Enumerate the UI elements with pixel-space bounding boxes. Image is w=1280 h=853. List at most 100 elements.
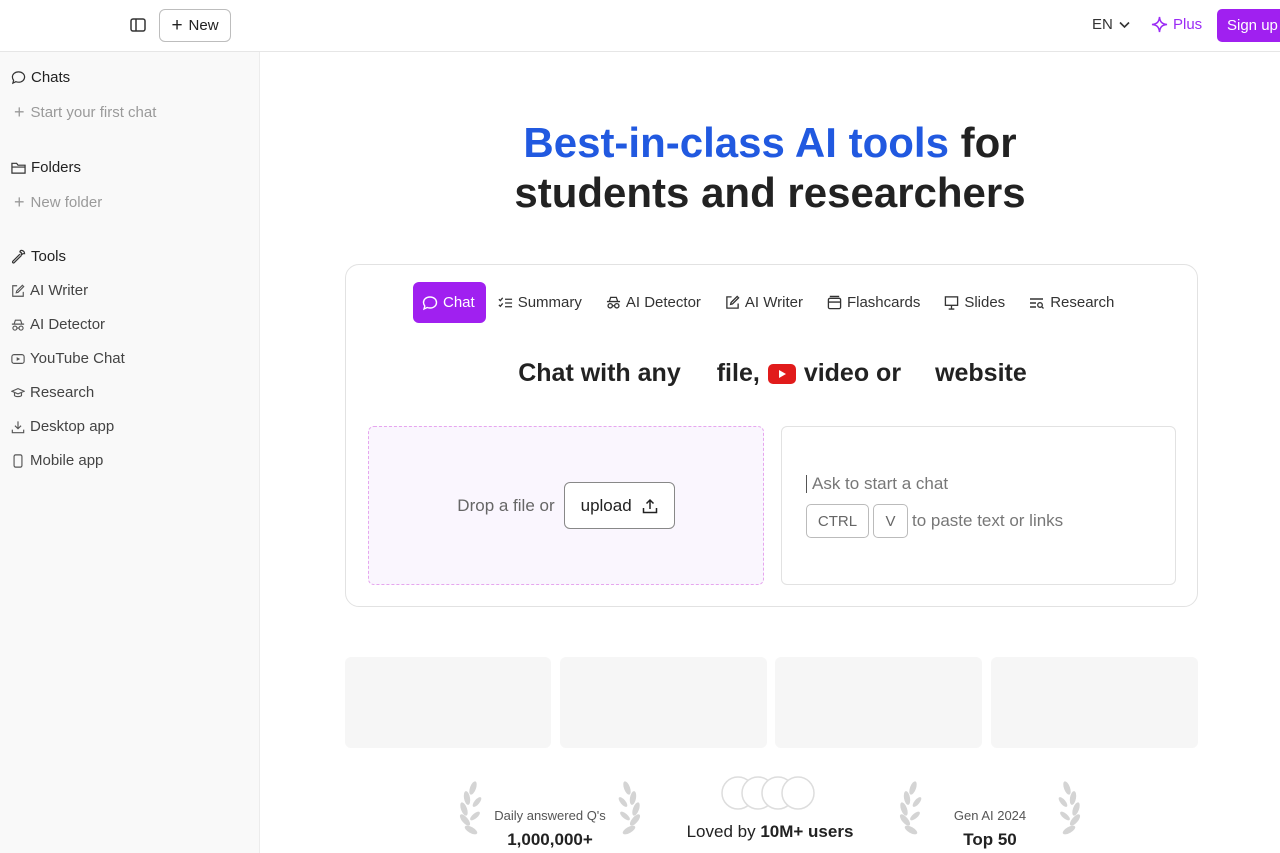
list-check-icon (498, 296, 512, 307)
ctrl-key: CTRL (806, 504, 869, 538)
sidebar-item-ai-detector[interactable]: AI Detector (11, 316, 105, 333)
folder-icon (11, 162, 26, 174)
chat-input-box[interactable]: Ask to start a chat CTRL V to paste text… (781, 426, 1176, 585)
search-list-icon (1030, 297, 1045, 309)
youtube-icon (767, 363, 796, 384)
loved-by-count: 10M+ users (760, 822, 854, 841)
chat-bubble-icon (422, 295, 438, 310)
hero-line2: students and researchers (514, 169, 1026, 216)
sidebar-item-research[interactable]: Research (11, 384, 94, 401)
loved-by-prefix: Loved by (686, 822, 761, 841)
feature-tile (345, 657, 551, 748)
new-chat-label: New (188, 17, 219, 34)
tool-tabs: Chat Summary AI Detector AI Writer Flash… (413, 282, 1126, 323)
subtitle-part1: Chat with any (518, 359, 681, 387)
tab-chat[interactable]: Chat (413, 282, 486, 323)
sidebar-item-label: Desktop app (30, 418, 115, 435)
tab-label: Summary (517, 294, 582, 311)
paste-hint-text: to paste text or links (912, 511, 1064, 530)
chat-bubble-icon (11, 71, 26, 85)
tools-heading: Tools (11, 248, 66, 265)
tab-label: Chat (443, 294, 475, 311)
tab-label: Research (1050, 294, 1115, 311)
language-selector[interactable]: EN (1092, 16, 1130, 33)
folders-heading: Folders (11, 159, 81, 176)
tab-label: Flashcards (846, 294, 921, 311)
sparkle-icon (1151, 16, 1168, 33)
language-label: EN (1092, 16, 1113, 33)
wrench-icon (11, 249, 26, 264)
plus-link[interactable]: Plus (1151, 16, 1202, 33)
hero-highlight: Best-in-class AI tools (523, 119, 949, 166)
chats-heading-label: Chats (31, 69, 71, 86)
download-icon (11, 420, 25, 433)
sidebar: Chats + Start your first chat Folders + … (0, 52, 260, 853)
plus-icon: + (171, 15, 183, 36)
drop-text: Drop a file or (457, 495, 555, 515)
presentation-icon (945, 296, 959, 310)
subtitle-part4: website (935, 359, 1027, 387)
text-caret (806, 475, 807, 493)
upload-button[interactable]: upload (563, 482, 675, 529)
chevron-down-icon (1119, 21, 1130, 28)
signup-button[interactable]: Sign up (1217, 9, 1280, 42)
tab-ai-writer[interactable]: AI Writer (713, 282, 815, 323)
hero-title: Best-in-class AI tools for students and … (260, 118, 1280, 218)
sidebar-item-youtube-chat[interactable]: YouTube Chat (11, 350, 125, 367)
spy-icon (11, 319, 25, 331)
start-first-chat[interactable]: + Start your first chat (14, 103, 156, 121)
gen-ai-value: Top 50 (963, 830, 1017, 849)
new-chat-button[interactable]: + New (159, 9, 231, 42)
graduation-cap-icon (11, 387, 25, 397)
tab-label: Slides (964, 294, 1006, 311)
sidebar-toggle-icon[interactable] (127, 14, 149, 36)
plus-icon: + (14, 102, 25, 122)
tab-label: AI Detector (625, 294, 701, 311)
plus-label: Plus (1173, 16, 1203, 33)
user-avatars-icon (721, 776, 815, 810)
hero-rest: for (948, 119, 1017, 166)
pencil-square-icon (12, 284, 25, 297)
youtube-icon (11, 353, 25, 364)
card-subtitle: Chat with any file, video or website (346, 359, 1199, 388)
feature-tile (560, 657, 767, 748)
daily-answers-label: Daily answered Q's (494, 808, 606, 823)
v-key: V (873, 504, 908, 538)
tools-heading-label: Tools (31, 248, 67, 265)
sidebar-item-label: Mobile app (30, 452, 104, 469)
signup-label: Sign up (1227, 17, 1278, 34)
cards-icon (827, 295, 842, 310)
loved-by-users-badge: Loved by 10M+ users (675, 775, 865, 853)
folders-heading-label: Folders (31, 159, 82, 176)
chats-heading: Chats (11, 69, 70, 86)
new-folder[interactable]: + New folder (14, 193, 102, 211)
gen-ai-label: Gen AI 2024 (953, 808, 1027, 823)
spy-icon (606, 296, 620, 309)
daily-answers-value: 1,000,000+ (507, 830, 593, 849)
gen-ai-badge: Gen AI 2024 Top 50 (895, 780, 1085, 850)
tab-ai-detector[interactable]: AI Detector (594, 282, 713, 323)
feature-tile (775, 657, 982, 748)
sidebar-item-desktop-app[interactable]: Desktop app (11, 418, 114, 435)
upload-label: upload (580, 495, 632, 515)
subtitle-part2: file, (716, 359, 760, 387)
tab-research[interactable]: Research (1017, 282, 1126, 323)
plus-icon: + (14, 192, 25, 212)
chat-input-placeholder: Ask to start a chat (812, 474, 949, 493)
chat-input[interactable]: Ask to start a chat (806, 474, 948, 494)
pencil-square-icon (726, 295, 740, 309)
tab-summary[interactable]: Summary (486, 282, 594, 323)
feature-tile (991, 657, 1198, 748)
sidebar-item-label: AI Detector (30, 316, 106, 333)
phone-icon (13, 453, 23, 468)
paste-hint: CTRL V to paste text or links (806, 504, 1063, 538)
top-bar: + New EN Plus Sign up (0, 0, 1280, 52)
sidebar-item-ai-writer[interactable]: AI Writer (11, 282, 88, 299)
subtitle-part3: video or (803, 359, 902, 387)
new-folder-label: New folder (30, 193, 103, 211)
tab-flashcards[interactable]: Flashcards (815, 282, 932, 323)
upload-icon (642, 498, 657, 513)
sidebar-item-mobile-app[interactable]: Mobile app (11, 452, 103, 469)
file-drop-zone[interactable]: Drop a file or upload (368, 426, 764, 585)
tab-slides[interactable]: Slides (932, 282, 1017, 323)
